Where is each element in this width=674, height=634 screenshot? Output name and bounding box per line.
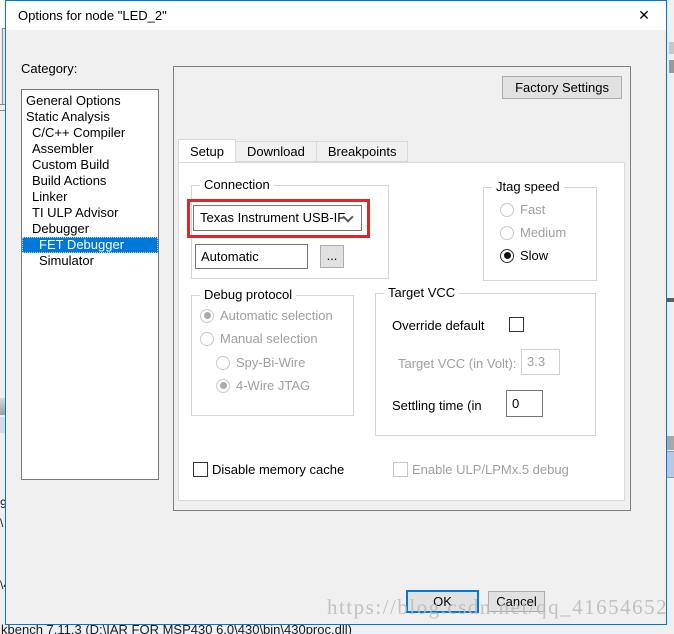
cancel-button[interactable]: Cancel (488, 591, 545, 612)
radio-icon (216, 355, 230, 370)
radio-option[interactable]: Spy-Bi-Wire (216, 355, 353, 370)
radio-option-label: Manual selection (220, 331, 318, 346)
category-item[interactable]: General Options (22, 93, 158, 109)
radio-icon (500, 202, 514, 217)
setup-tab-page: Connection Texas Instrument USB-IF ... J… (178, 162, 625, 501)
category-listbox[interactable]: General Options Static Analysis C/C++ Co… (21, 89, 159, 480)
category-item[interactable]: Debugger (22, 221, 158, 237)
category-item-label: TI ULP Advisor (32, 205, 119, 220)
override-default-label: Override default (392, 318, 485, 333)
category-item[interactable]: C/C++ Compiler (22, 125, 158, 141)
options-dialog: Options for node "LED_2" ✕ Category: Gen… (5, 0, 667, 625)
target-vcc-volt-field[interactable]: 3.3 (521, 349, 560, 375)
settling-time-field[interactable]: 0 (506, 390, 543, 417)
target-vcc-group: Target VCC Override default Target VCC (… (375, 285, 596, 436)
radio-icon (500, 225, 514, 240)
background-fragment (667, 436, 674, 450)
radio-option[interactable]: 4-Wire JTAG (216, 378, 353, 393)
category-item[interactable]: Build Actions (22, 173, 158, 189)
radio-option-label: Fast (520, 202, 546, 217)
enable-ulp-debug-label: Enable ULP/LPMx.5 debug (412, 462, 569, 477)
tabstrip: Setup Download Breakpoints (178, 139, 409, 163)
category-item[interactable]: Linker (22, 189, 158, 205)
close-icon: ✕ (638, 7, 650, 23)
radio-option[interactable]: Manual selection (200, 331, 353, 346)
radio-option[interactable]: Slow (500, 248, 596, 263)
tab[interactable]: Setup (178, 139, 236, 163)
titlebar: Options for node "LED_2" ✕ (6, 1, 666, 30)
radio-dot-icon (503, 252, 511, 259)
disable-memory-cache-row[interactable]: Disable memory cache (193, 462, 344, 477)
category-item[interactable]: Assembler (22, 141, 158, 157)
disable-memory-cache-label: Disable memory cache (212, 462, 345, 477)
category-item[interactable]: Custom Build (22, 157, 158, 173)
factory-settings-button[interactable]: Factory Settings (502, 76, 622, 99)
category-label: Category: (21, 61, 78, 76)
radio-option-label: Slow (520, 248, 549, 263)
category-item-label: Linker (32, 189, 68, 204)
disable-memory-cache-checkbox[interactable] (193, 462, 208, 477)
category-item-label: Simulator (39, 253, 94, 268)
browse-button[interactable]: ... (320, 245, 344, 268)
background-fragment (669, 42, 674, 54)
radio-option-label: Medium (520, 225, 567, 240)
category-item-label: General Options (26, 93, 121, 108)
tab[interactable]: Download (234, 141, 317, 162)
radio-option-label: 4-Wire JTAG (236, 378, 311, 393)
radio-option[interactable]: Medium (500, 225, 596, 240)
settling-time-label: Settling time (in (392, 398, 482, 413)
radio-icon (500, 248, 514, 263)
enable-ulp-debug-row: Enable ULP/LPMx.5 debug (393, 462, 569, 477)
background-fragment (667, 298, 674, 302)
red-annotation-box (187, 199, 370, 238)
debug-protocol-options: Automatic selection Manual selection Spy… (192, 296, 353, 401)
debug-protocol-group: Debug protocol Automatic selection Manua… (191, 287, 354, 416)
radio-option-label: Automatic selection (220, 308, 333, 323)
background-fragment (667, 451, 674, 478)
connection-port-input[interactable] (195, 244, 308, 269)
close-button[interactable]: ✕ (622, 1, 666, 30)
category-item[interactable]: TI ULP Advisor (22, 205, 158, 221)
category-item-label: FET Debugger (39, 237, 125, 252)
jtag-speed-group: Jtag speed Fast Medium Slow (483, 179, 597, 281)
radio-icon (200, 331, 214, 346)
category-item-label: Build Actions (32, 173, 107, 188)
radio-option[interactable]: Fast (500, 202, 596, 217)
jtag-speed-options: Fast Medium Slow (484, 188, 596, 271)
category-item-label: Assembler (32, 141, 94, 156)
background-text-fragment: \ (0, 516, 4, 530)
dialog-title: Options for node "LED_2" (18, 8, 167, 23)
target-vcc-group-title: Target VCC (384, 285, 460, 300)
override-default-checkbox[interactable] (509, 317, 524, 332)
category-item-label: Debugger (32, 221, 90, 236)
tab[interactable]: Breakpoints (315, 141, 409, 162)
screen: 9 \ \4 kbench 7.11.3 (D:\IAR FOR MSP430 … (0, 0, 674, 634)
enable-ulp-debug-checkbox (393, 462, 408, 477)
radio-icon (200, 308, 214, 323)
category-item-label: Custom Build (32, 157, 110, 172)
category-item-label: C/C++ Compiler (32, 125, 126, 140)
ok-button[interactable]: OK (406, 590, 479, 613)
radio-dot-icon (219, 382, 227, 389)
background-fragment (669, 60, 674, 73)
settings-panel: Factory Settings Setup Download Breakpoint… (173, 66, 631, 511)
radio-option-label: Spy-Bi-Wire (236, 355, 306, 370)
target-vcc-volt-label: Target VCC (in Volt): (398, 356, 517, 371)
background-right-sliver (667, 0, 674, 634)
category-item[interactable]: FET Debugger (22, 237, 158, 253)
category-item[interactable]: Static Analysis (22, 109, 158, 125)
radio-option[interactable]: Automatic selection (200, 308, 353, 323)
category-item[interactable]: Simulator (22, 253, 158, 269)
category-item-label: Static Analysis (26, 109, 110, 124)
radio-icon (216, 378, 230, 393)
connection-group-title: Connection (200, 177, 274, 192)
radio-dot-icon (203, 312, 211, 319)
